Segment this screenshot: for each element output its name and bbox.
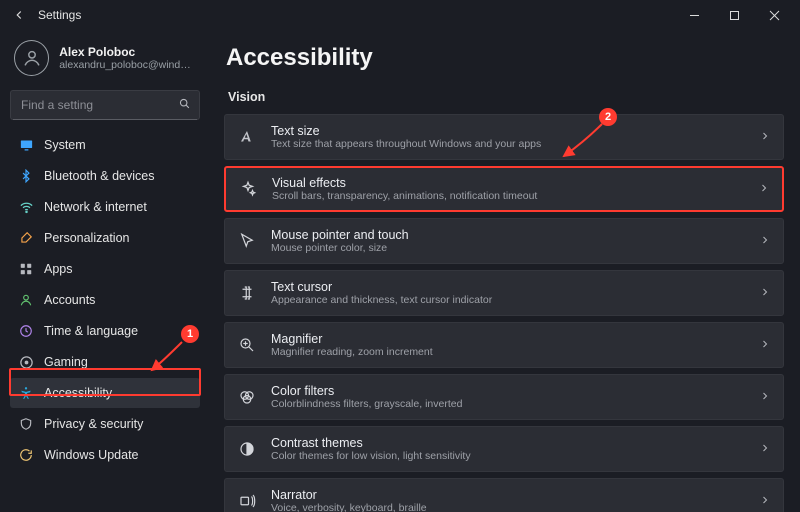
contrast-icon <box>237 439 257 459</box>
titlebar: Settings <box>0 0 800 30</box>
chevron-right-icon <box>759 234 771 249</box>
chevron-right-icon <box>759 390 771 405</box>
sparkle-icon <box>238 179 258 199</box>
tile-contrast-themes[interactable]: Contrast themes Color themes for low vis… <box>224 426 784 472</box>
text-size-icon <box>237 127 257 147</box>
accessibility-icon <box>18 385 34 401</box>
apps-icon <box>18 261 34 277</box>
tile-magnifier[interactable]: Magnifier Magnifier reading, zoom increm… <box>224 322 784 368</box>
tile-color-filters[interactable]: Color filters Colorblindness filters, gr… <box>224 374 784 420</box>
nav-label: Time & language <box>44 324 138 338</box>
nav-label: Network & internet <box>44 200 147 214</box>
tile-text-cursor[interactable]: Text cursor Appearance and thickness, te… <box>224 270 784 316</box>
minimize-icon <box>689 10 700 21</box>
brush-icon <box>18 230 34 246</box>
chevron-right-icon <box>759 130 771 145</box>
nav-label: Gaming <box>44 355 88 369</box>
minimize-button[interactable] <box>674 2 714 28</box>
chevron-right-icon <box>759 494 771 509</box>
tile-subtitle: Voice, verbosity, keyboard, braille <box>271 502 745 512</box>
maximize-button[interactable] <box>714 2 754 28</box>
chevron-right-icon <box>759 442 771 457</box>
tile-title: Contrast themes <box>271 436 745 450</box>
tile-narrator[interactable]: Narrator Voice, verbosity, keyboard, bra… <box>224 478 784 512</box>
tile-title: Mouse pointer and touch <box>271 228 745 242</box>
page-title: Accessibility <box>226 44 784 72</box>
cursor-icon <box>237 231 257 251</box>
display-icon <box>18 137 34 153</box>
accounts-icon <box>18 292 34 308</box>
tile-subtitle: Magnifier reading, zoom increment <box>271 346 745 358</box>
maximize-icon <box>729 10 740 21</box>
tile-mouse-pointer[interactable]: Mouse pointer and touch Mouse pointer co… <box>224 218 784 264</box>
tile-text-size[interactable]: Text size Text size that appears through… <box>224 114 784 160</box>
user-block[interactable]: Alex Poloboc alexandru_poloboc@windowsre… <box>10 36 200 82</box>
nav-label: Bluetooth & devices <box>44 169 155 183</box>
nav-item-accounts[interactable]: Accounts <box>10 285 200 315</box>
nav-label: Privacy & security <box>44 417 143 431</box>
nav-item-apps[interactable]: Apps <box>10 254 200 284</box>
nav-item-system[interactable]: System <box>10 130 200 160</box>
wifi-icon <box>18 199 34 215</box>
nav-item-personalization[interactable]: Personalization <box>10 223 200 253</box>
arrow-left-icon <box>12 8 26 22</box>
tile-title: Narrator <box>271 488 745 502</box>
tile-title: Visual effects <box>272 176 744 190</box>
search-icon <box>178 97 191 113</box>
nav-item-privacy[interactable]: Privacy & security <box>10 409 200 439</box>
section-label-vision: Vision <box>228 90 784 104</box>
nav-label: Accounts <box>44 293 95 307</box>
tile-title: Color filters <box>271 384 745 398</box>
user-name: Alex Poloboc <box>59 45 196 59</box>
close-icon <box>769 10 780 21</box>
nav-item-bluetooth[interactable]: Bluetooth & devices <box>10 161 200 191</box>
tile-title: Text cursor <box>271 280 745 294</box>
tile-visual-effects[interactable]: Visual effects Scroll bars, transparency… <box>224 166 784 212</box>
close-button[interactable] <box>754 2 794 28</box>
chevron-right-icon <box>759 286 771 301</box>
shield-icon <box>18 416 34 432</box>
tile-title: Text size <box>271 124 745 138</box>
tile-subtitle: Colorblindness filters, grayscale, inver… <box>271 398 745 410</box>
magnifier-icon <box>237 335 257 355</box>
color-filters-icon <box>237 387 257 407</box>
chevron-right-icon <box>758 182 770 197</box>
nav-item-gaming[interactable]: Gaming <box>10 347 200 377</box>
update-icon <box>18 447 34 463</box>
nav-item-update[interactable]: Windows Update <box>10 440 200 470</box>
bluetooth-icon <box>18 168 34 184</box>
text-cursor-icon <box>237 283 257 303</box>
main-pane: Accessibility Vision Text size Text size… <box>208 30 800 512</box>
tile-subtitle: Text size that appears throughout Window… <box>271 138 745 150</box>
nav-label: Personalization <box>44 231 129 245</box>
nav-item-accessibility[interactable]: Accessibility <box>10 378 200 408</box>
clock-icon <box>18 323 34 339</box>
tile-list: Text size Text size that appears through… <box>224 114 784 512</box>
tile-subtitle: Appearance and thickness, text cursor in… <box>271 294 745 306</box>
window-title: Settings <box>38 8 81 22</box>
tile-subtitle: Mouse pointer color, size <box>271 242 745 254</box>
avatar <box>14 40 49 76</box>
tile-title: Magnifier <box>271 332 745 346</box>
narrator-icon <box>237 491 257 511</box>
sidebar: Alex Poloboc alexandru_poloboc@windowsre… <box>0 30 208 512</box>
chevron-right-icon <box>759 338 771 353</box>
nav-item-time[interactable]: Time & language <box>10 316 200 346</box>
search-input[interactable] <box>11 98 204 112</box>
nav-list: System Bluetooth & devices Network & int… <box>10 130 200 470</box>
nav-label: System <box>44 138 86 152</box>
nav-label: Apps <box>44 262 73 276</box>
tile-subtitle: Scroll bars, transparency, animations, n… <box>272 190 744 202</box>
nav-label: Accessibility <box>44 386 112 400</box>
search-box[interactable] <box>10 90 200 120</box>
nav-label: Windows Update <box>44 448 139 462</box>
user-email: alexandru_poloboc@windowsreport... <box>59 59 196 71</box>
gaming-icon <box>18 354 34 370</box>
user-icon <box>21 47 43 69</box>
nav-item-network[interactable]: Network & internet <box>10 192 200 222</box>
back-button[interactable] <box>6 2 32 28</box>
tile-subtitle: Color themes for low vision, light sensi… <box>271 450 745 462</box>
